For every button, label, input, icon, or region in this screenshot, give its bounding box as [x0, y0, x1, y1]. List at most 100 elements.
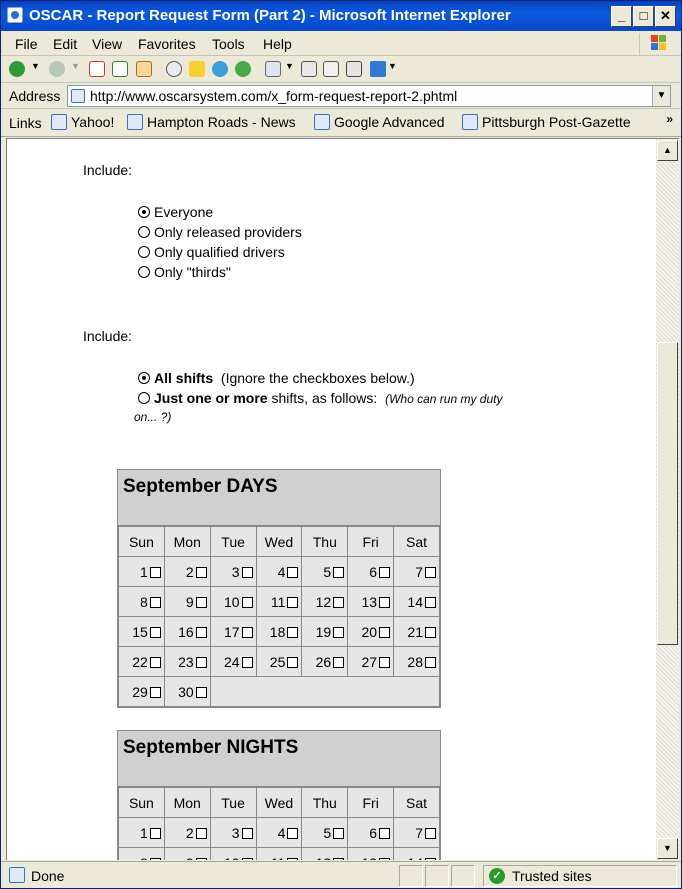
day-checkbox[interactable] [333, 596, 345, 608]
night-checkbox[interactable] [241, 857, 253, 860]
night-checkbox[interactable] [149, 857, 161, 860]
media-icon[interactable] [212, 61, 228, 77]
scroll-up-icon[interactable]: ▲ [657, 140, 678, 161]
back-icon[interactable] [9, 61, 25, 77]
night-checkbox[interactable] [195, 857, 207, 860]
maximize-button[interactable]: □ [633, 6, 654, 27]
radio-released-providers[interactable]: Only released providers [138, 224, 302, 240]
radio-button[interactable] [138, 266, 150, 278]
day-cell: 23 [163, 646, 211, 677]
night-checkbox[interactable] [287, 857, 299, 860]
stop-icon[interactable] [89, 61, 105, 77]
forward-icon[interactable] [49, 61, 65, 77]
day-checkbox[interactable] [333, 626, 345, 638]
day-checkbox[interactable] [379, 656, 391, 668]
radio-button[interactable] [138, 372, 150, 384]
day-checkbox[interactable] [333, 656, 345, 668]
night-checkbox[interactable] [379, 827, 391, 839]
mail-dropdown-icon[interactable]: ▼ [285, 61, 294, 71]
day-checkbox[interactable] [379, 566, 391, 578]
discuss-icon[interactable] [346, 61, 362, 77]
day-cell: 8 [118, 586, 165, 617]
night-checkbox[interactable] [425, 857, 436, 860]
day-checkbox[interactable] [149, 686, 161, 698]
day-checkbox[interactable] [379, 626, 391, 638]
night-checkbox[interactable] [287, 827, 299, 839]
day-checkbox[interactable] [425, 596, 436, 608]
day-checkbox[interactable] [287, 566, 299, 578]
day-checkbox[interactable] [149, 626, 161, 638]
radio-button[interactable] [138, 392, 150, 404]
translate-icon[interactable] [370, 61, 386, 77]
radio-some-shifts[interactable]: Just one or more shifts, as follows: (Wh… [138, 390, 502, 406]
menu-tools[interactable]: Tools [212, 36, 245, 52]
day-checkbox[interactable] [241, 656, 253, 668]
vertical-scrollbar[interactable]: ▲ ▼ [656, 138, 679, 860]
radio-qualified-drivers[interactable]: Only qualified drivers [138, 244, 285, 260]
radio-all-shifts[interactable]: All shifts (Ignore the checkboxes below.… [138, 370, 415, 386]
day-checkbox[interactable] [195, 566, 207, 578]
day-checkbox[interactable] [241, 596, 253, 608]
close-button[interactable]: ✕ [655, 6, 676, 27]
night-checkbox[interactable] [195, 827, 207, 839]
day-checkbox[interactable] [195, 686, 207, 698]
menu-favorites[interactable]: Favorites [138, 36, 196, 52]
minimize-button[interactable]: _ [611, 6, 632, 27]
address-url[interactable]: http://www.oscarsystem.com/x_form-reques… [90, 88, 457, 104]
night-checkbox[interactable] [333, 857, 345, 860]
night-checkbox[interactable] [425, 827, 436, 839]
night-checkbox[interactable] [149, 827, 161, 839]
day-checkbox[interactable] [241, 566, 253, 578]
menu-edit[interactable]: Edit [53, 36, 77, 52]
print-icon[interactable] [301, 61, 317, 77]
day-checkbox[interactable] [333, 566, 345, 578]
day-checkbox[interactable] [195, 656, 207, 668]
day-checkbox[interactable] [425, 566, 436, 578]
mail-icon[interactable] [265, 61, 281, 77]
scroll-down-icon[interactable]: ▼ [657, 838, 678, 859]
radio-thirds[interactable]: Only "thirds" [138, 264, 231, 280]
radio-button[interactable] [138, 206, 150, 218]
radio-button[interactable] [138, 246, 150, 258]
day-checkbox[interactable] [241, 626, 253, 638]
night-checkbox[interactable] [333, 827, 345, 839]
link-google-advanced[interactable]: Google Advanced [314, 114, 445, 130]
link-yahoo[interactable]: Yahoo! [51, 114, 114, 130]
scroll-thumb[interactable] [657, 342, 678, 645]
day-checkbox[interactable] [149, 596, 161, 608]
edit-page-icon[interactable] [323, 61, 339, 77]
day-checkbox[interactable] [287, 656, 299, 668]
day-checkbox[interactable] [195, 626, 207, 638]
forward-dropdown-icon[interactable]: ▼ [71, 61, 80, 71]
menu-help[interactable]: Help [263, 36, 292, 52]
link-pittsburgh-post-gazette[interactable]: Pittsburgh Post-Gazette [462, 114, 631, 130]
back-dropdown-icon[interactable]: ▼ [31, 61, 40, 71]
ie-app-icon[interactable] [7, 7, 23, 23]
translate-dropdown-icon[interactable]: ▼ [388, 61, 397, 71]
day-checkbox[interactable] [425, 656, 436, 668]
day-checkbox[interactable] [287, 596, 299, 608]
status-pane [399, 865, 423, 887]
search-icon[interactable] [166, 61, 182, 77]
refresh-icon[interactable] [112, 61, 128, 77]
day-checkbox[interactable] [149, 566, 161, 578]
history-icon[interactable] [235, 61, 251, 77]
day-checkbox[interactable] [195, 596, 207, 608]
day-checkbox[interactable] [379, 596, 391, 608]
day-checkbox[interactable] [287, 626, 299, 638]
home-icon[interactable] [136, 61, 152, 77]
address-input[interactable]: http://www.oscarsystem.com/x_form-reques… [67, 85, 671, 107]
day-checkbox[interactable] [149, 656, 161, 668]
radio-everyone[interactable]: Everyone [138, 204, 213, 220]
links-chevron-icon[interactable]: » [666, 112, 673, 126]
radio-button[interactable] [138, 226, 150, 238]
address-dropdown-icon[interactable]: ▼ [652, 86, 670, 106]
menu-view[interactable]: View [92, 36, 122, 52]
night-checkbox[interactable] [379, 857, 391, 860]
day-cell: 1 [118, 817, 165, 848]
day-checkbox[interactable] [425, 626, 436, 638]
menu-file[interactable]: File [15, 36, 38, 52]
favorites-star-icon[interactable] [189, 61, 205, 77]
link-hampton-roads[interactable]: Hampton Roads - News [127, 114, 296, 130]
night-checkbox[interactable] [241, 827, 253, 839]
